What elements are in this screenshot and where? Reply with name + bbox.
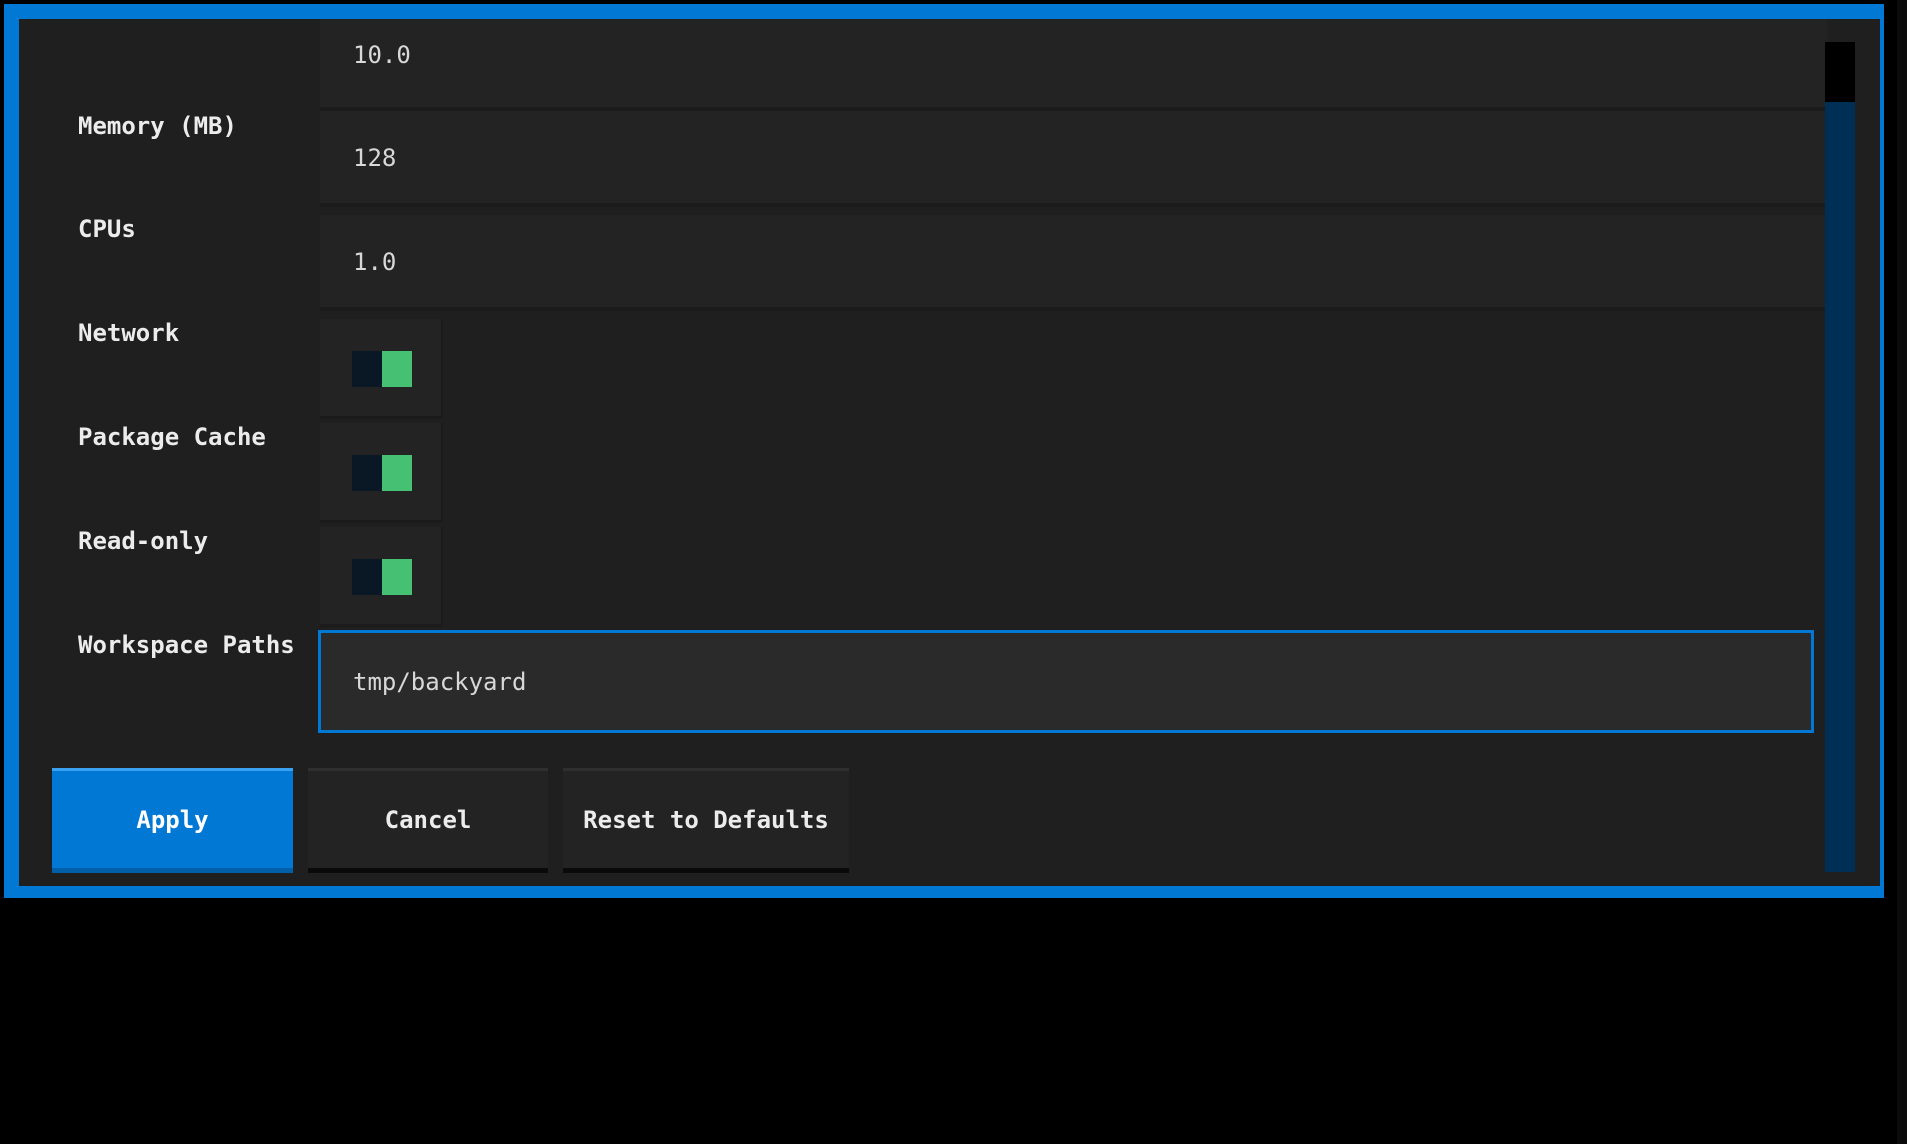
settings-panel: 10.0 Memory (MB) 128 CPUs 1.0 Network Pa…	[19, 19, 1880, 886]
reset-defaults-button[interactable]: Reset to Defaults	[563, 768, 849, 873]
package-cache-label: Package Cache	[78, 423, 266, 451]
workspace-paths-field	[318, 630, 1814, 733]
vertical-scrollbar[interactable]	[1825, 42, 1855, 872]
toggle-knob	[382, 351, 412, 387]
cpus-field[interactable]: 1.0	[320, 215, 1827, 311]
timeout-value: 10.0	[353, 41, 411, 69]
package-cache-toggle[interactable]	[352, 455, 414, 491]
toggle-track	[352, 559, 382, 595]
cancel-button[interactable]: Cancel	[308, 768, 548, 873]
toggle-track	[352, 455, 382, 491]
memory-label: Memory (MB)	[78, 112, 237, 140]
cpus-label: CPUs	[78, 215, 136, 243]
network-toggle[interactable]	[352, 351, 414, 387]
memory-value: 128	[353, 144, 397, 172]
cpus-value: 1.0	[353, 248, 397, 276]
read-only-toggle[interactable]	[352, 559, 414, 595]
workspace-paths-input[interactable]	[353, 633, 1773, 730]
read-only-switch-box	[320, 527, 443, 627]
package-cache-switch-box	[320, 423, 443, 523]
memory-field[interactable]: 128	[320, 111, 1827, 207]
network-switch-box	[320, 319, 443, 419]
settings-dialog: 10.0 Memory (MB) 128 CPUs 1.0 Network Pa…	[4, 4, 1884, 898]
apply-button[interactable]: Apply	[52, 768, 293, 873]
read-only-label: Read-only	[78, 527, 209, 555]
toggle-knob	[382, 455, 412, 491]
toggle-knob	[382, 559, 412, 595]
network-label: Network	[78, 319, 180, 347]
scrollbar-thumb[interactable]	[1825, 42, 1855, 102]
toggle-track	[352, 351, 382, 387]
workspace-paths-label: Workspace Paths	[78, 631, 295, 659]
window-edge	[1897, 0, 1907, 1144]
timeout-field[interactable]: 10.0	[320, 19, 1827, 111]
